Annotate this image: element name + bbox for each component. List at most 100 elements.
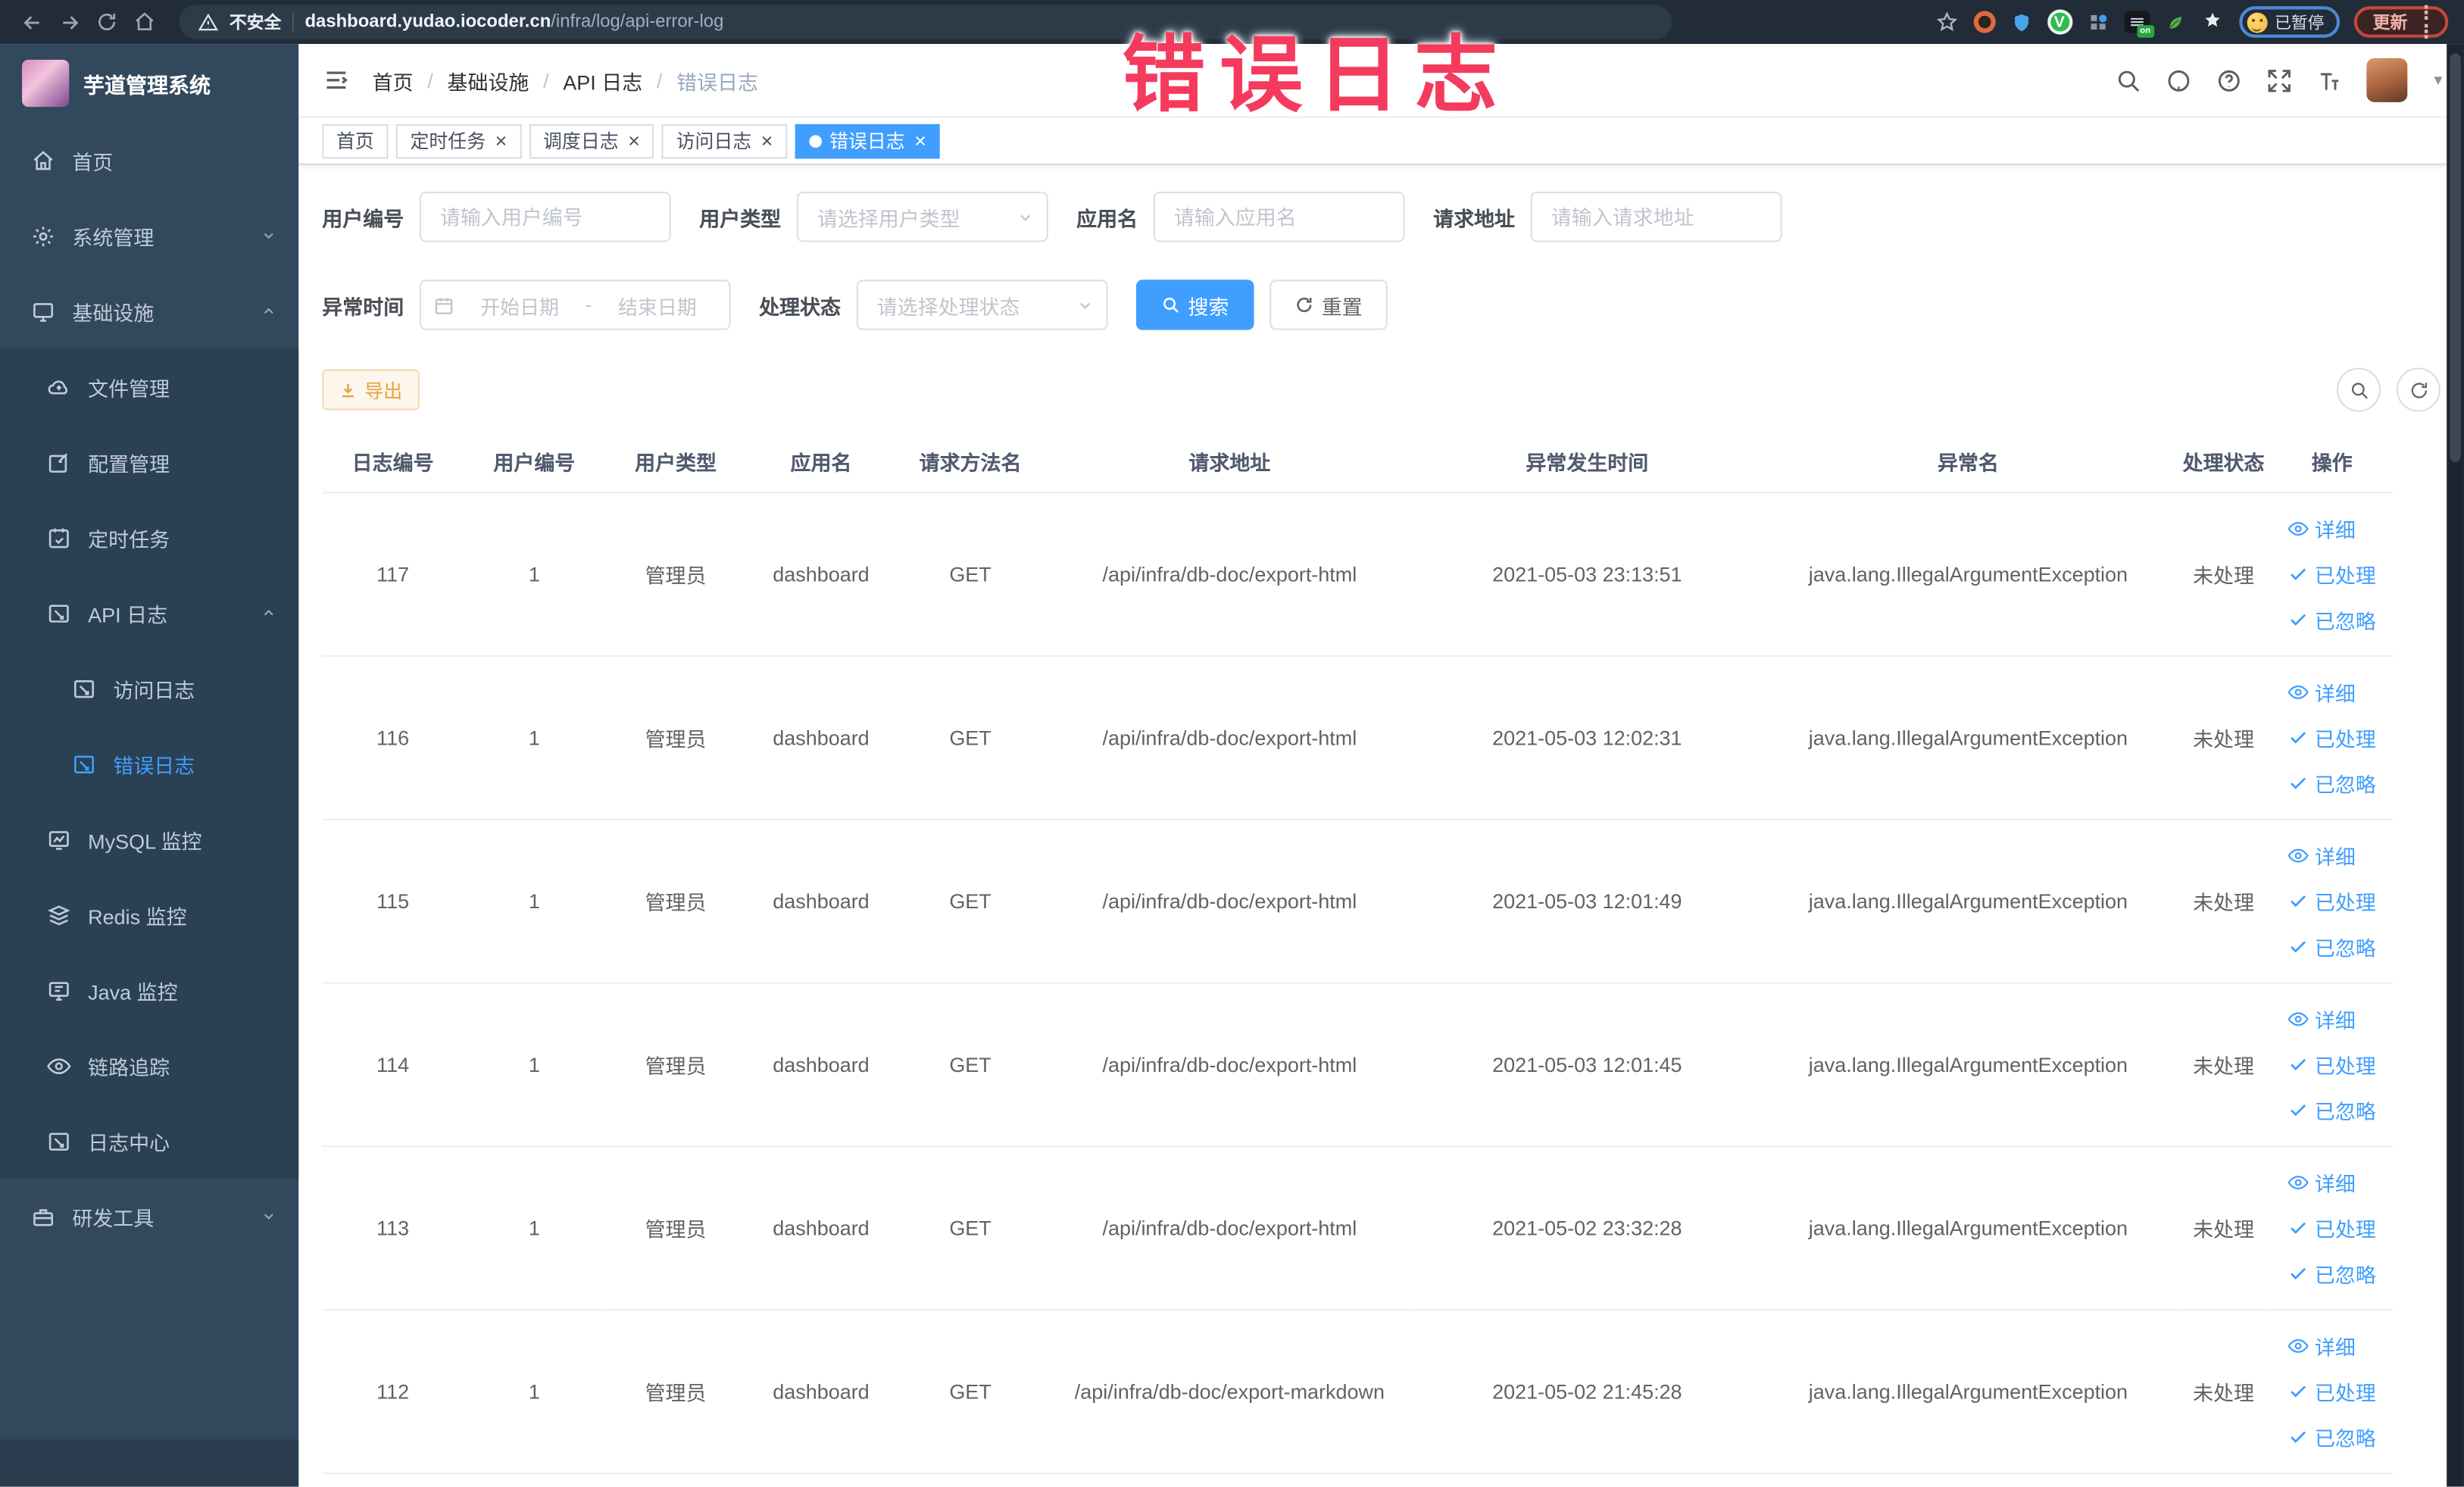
sidebar-item-system-mgmt[interactable]: 系统管理 [0, 198, 298, 273]
avatar-caret-icon[interactable]: ▼ [2431, 72, 2446, 88]
detail-link[interactable]: 详细 [2288, 513, 2356, 542]
table-row: 116 1 管理员 dashboard GET /api/infra/db-do… [322, 655, 2394, 820]
tab-close-icon[interactable]: × [914, 130, 926, 151]
forward-icon[interactable] [54, 6, 85, 37]
detail-link[interactable]: 详细 [2288, 1004, 2356, 1033]
column-header: 请求地址 [1045, 432, 1415, 493]
breadcrumb-infrastructure[interactable]: 基础设施 [448, 65, 529, 95]
help-icon[interactable] [2216, 67, 2242, 93]
breadcrumb-api-log[interactable]: API 日志 [563, 65, 642, 95]
tab[interactable]: 调度日志 × [529, 123, 654, 158]
extension-shield-icon[interactable] [2009, 10, 2032, 33]
sidebar-item-dev-tools[interactable]: 研发工具 [0, 1179, 298, 1254]
mark-ignored-link[interactable]: 已忽略 [2288, 604, 2376, 634]
menu-kebab-icon[interactable]: ⋮ ⋮ [2417, 3, 2436, 41]
sidebar-item-scheduled-tasks[interactable]: 定时任务 [0, 500, 298, 576]
sidebar-item-trace[interactable]: 链路追踪 [0, 1028, 298, 1104]
detail-link[interactable]: 详细 [2288, 1330, 2356, 1360]
check-icon [2291, 1430, 2306, 1442]
sidebar-item-error-log[interactable]: 错误日志 [0, 726, 298, 801]
hamburger-icon[interactable] [322, 67, 350, 92]
exception-name-cell: java.lang.IllegalArgumentException [1760, 1309, 2177, 1473]
detail-link[interactable]: 详细 [2288, 840, 2356, 870]
scrollbar-thumb[interactable] [2450, 53, 2461, 462]
fullscreen-icon[interactable] [2266, 67, 2293, 93]
tab-close-icon[interactable]: × [628, 130, 640, 151]
sidebar-item-log-center[interactable]: 日志中心 [0, 1103, 298, 1179]
tab[interactable]: 定时任务 × [395, 123, 521, 158]
user-id-input[interactable] [419, 192, 671, 242]
app-name-input[interactable] [1153, 192, 1405, 242]
mark-processed-link[interactable]: 已处理 [2288, 722, 2376, 751]
detail-link[interactable]: 详细 [2288, 1167, 2356, 1196]
request-url-cell: /api/infra/db-doc/export-html [1045, 982, 1415, 1147]
exception-time-label: 异常时间 [322, 294, 404, 319]
app-logo-row[interactable]: 芋道管理系统 [0, 44, 298, 123]
mark-processed-link[interactable]: 已处理 [2288, 1213, 2376, 1242]
extension-v-icon[interactable]: V [2047, 9, 2072, 35]
log-edit-icon [48, 1132, 69, 1150]
mark-processed-link[interactable]: 已处理 [2288, 1376, 2376, 1405]
mark-ignored-link[interactable]: 已忽略 [2288, 1421, 2376, 1451]
tab[interactable]: 错误日志 × [795, 123, 941, 158]
sidebar-item-file-mgmt[interactable]: 文件管理 [0, 349, 298, 425]
mark-ignored-link[interactable]: 已忽略 [2288, 1095, 2376, 1124]
page-scrollbar[interactable] [2447, 44, 2464, 1487]
profile-paused-chip[interactable]: 已暂停 [2238, 6, 2341, 38]
export-button[interactable]: 导出 [322, 369, 420, 411]
exception-name-cell: java.lang.IllegalArgumentException [1760, 818, 2177, 983]
sidebar-item-home[interactable]: 首页 [0, 123, 298, 198]
tab-close-icon[interactable]: × [495, 130, 507, 151]
column-header: 异常发生时间 [1414, 432, 1760, 493]
request-url-input[interactable] [1530, 192, 1782, 242]
page-content: 用户编号 用户类型 请选择用户类型 应用名 [298, 165, 2464, 1487]
sidebar-item-access-log[interactable]: 访问日志 [0, 651, 298, 726]
sidebar-item-java-monitor[interactable]: Java 监控 [0, 952, 298, 1028]
font-size-icon[interactable] [2316, 67, 2343, 93]
mark-ignored-link[interactable]: 已忽略 [2288, 1258, 2376, 1288]
home-icon[interactable] [129, 6, 160, 37]
end-date-placeholder: 结束日期 [617, 296, 697, 319]
tab-close-icon[interactable]: × [761, 130, 773, 151]
sidebar-item-redis-monitor[interactable]: Redis 监控 [0, 877, 298, 953]
sidebar-item-infrastructure[interactable]: 基础设施 [0, 273, 298, 349]
extension-grid-icon[interactable] [2086, 10, 2110, 33]
detail-link[interactable]: 详细 [2288, 676, 2356, 706]
star-bookmark-icon[interactable] [1935, 10, 1959, 33]
exception-time-cell: 2021-05-03 12:02:31 [1414, 655, 1760, 820]
sidebar-collapse-bar[interactable] [0, 1439, 299, 1487]
extension-target-icon[interactable] [1972, 11, 1995, 33]
extension-leaf-icon[interactable] [2163, 10, 2187, 33]
back-icon[interactable] [16, 6, 47, 37]
tab[interactable]: 访问日志 × [661, 123, 788, 158]
extension-onoff-icon[interactable]: on [2123, 11, 2154, 38]
tab[interactable]: 首页 [322, 123, 389, 158]
app-name-label: 应用名 [1076, 206, 1138, 230]
sidebar-item-config-mgmt[interactable]: 配置管理 [0, 424, 298, 500]
mark-processed-link[interactable]: 已处理 [2288, 559, 2376, 589]
extension-puzzle-icon[interactable] [2200, 10, 2224, 33]
refresh-table-button[interactable] [2396, 367, 2441, 412]
toggle-search-button[interactable] [2336, 367, 2381, 412]
user-avatar[interactable] [2366, 58, 2408, 102]
sidebar-item-mysql-monitor[interactable]: MySQL 监控 [0, 801, 298, 877]
chevron-down-icon [264, 233, 273, 239]
sidebar-item-api-log[interactable]: API 日志 [0, 575, 298, 651]
breadcrumb-home[interactable]: 首页 [373, 65, 414, 95]
mark-ignored-link[interactable]: 已忽略 [2288, 767, 2376, 797]
reload-icon[interactable] [91, 6, 122, 37]
github-icon[interactable] [2166, 67, 2192, 93]
search-button[interactable]: 搜索 [1136, 280, 1254, 330]
user-type-select[interactable]: 请选择用户类型 [796, 192, 1048, 242]
mark-processed-link[interactable]: 已处理 [2288, 886, 2376, 915]
update-button[interactable]: 更新 ⋮ ⋮ [2353, 3, 2449, 41]
active-tab-dot [809, 134, 822, 147]
mark-processed-link[interactable]: 已处理 [2288, 1049, 2376, 1079]
process-status-select[interactable]: 请选择处理状态 [856, 280, 1108, 330]
exception-name-cell: java.lang.IllegalArgumentException [1760, 1145, 2177, 1310]
insecure-warning-icon [198, 12, 219, 30]
exception-time-range-picker[interactable]: 开始日期 - 结束日期 [419, 280, 731, 330]
reset-button[interactable]: 重置 [1269, 280, 1388, 330]
mark-ignored-link[interactable]: 已忽略 [2288, 931, 2376, 961]
search-icon[interactable] [2116, 67, 2142, 93]
